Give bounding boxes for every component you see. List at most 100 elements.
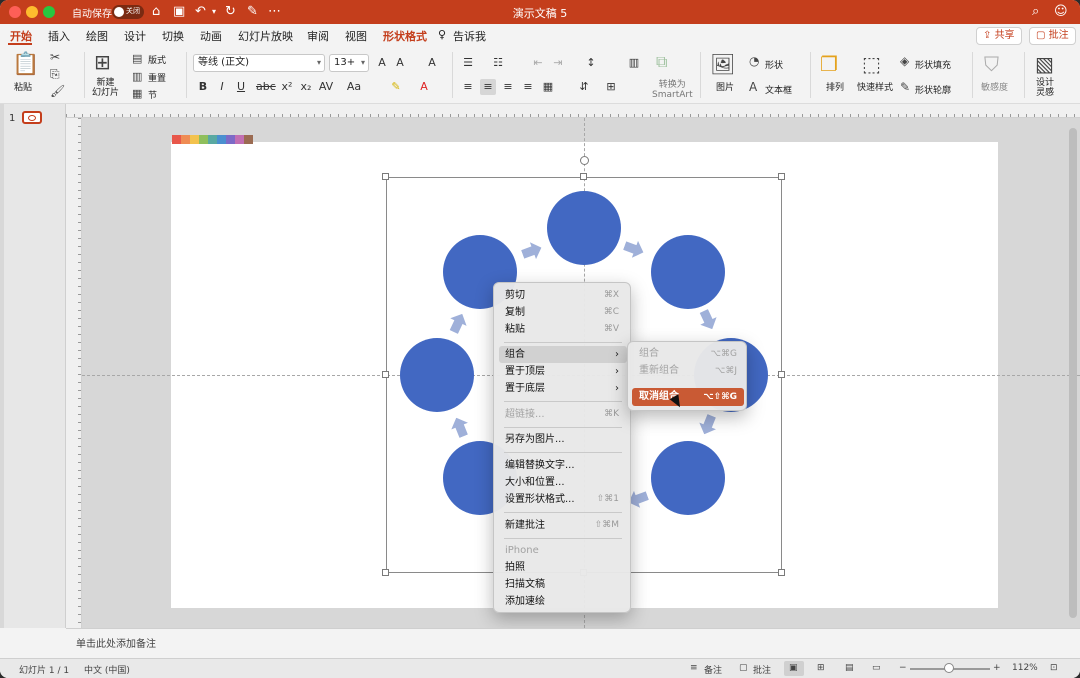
new-slide-icon[interactable]: ⊞ <box>94 50 111 74</box>
bullets-icon[interactable]: ☰ <box>460 55 476 71</box>
comments-toggle[interactable]: 批注 <box>753 663 771 676</box>
resize-handle[interactable] <box>580 173 587 180</box>
textbox-label[interactable]: 文本框 <box>765 83 792 96</box>
notes-icon[interactable]: ≡ <box>690 663 698 673</box>
format-painter-icon[interactable]: 🖌 <box>50 84 65 98</box>
cut-icon[interactable]: ✂ <box>50 50 60 64</box>
align-center-icon[interactable]: ≡ <box>480 79 496 95</box>
character-spacing-icon[interactable]: AV <box>318 79 334 95</box>
lightbulb-icon[interactable]: ♀ <box>438 28 446 41</box>
language-indicator[interactable]: 中文 (中国) <box>84 663 130 676</box>
menu-item-hyperlink[interactable]: 超链接... ⌘K <box>499 406 627 423</box>
submenu-item-group[interactable]: 组合 ⌥⌘G <box>632 345 744 363</box>
convert-smartart-label[interactable]: 转换为 SmartArt <box>652 80 693 100</box>
picture-icon[interactable]: 🖼 <box>710 52 735 76</box>
paint-bucket-icon[interactable]: ◈ <box>900 54 909 68</box>
line-spacing-icon[interactable]: ↕ <box>583 55 599 71</box>
designer-icon[interactable]: ▧ <box>1035 52 1054 76</box>
reset-label[interactable]: 重置 <box>148 71 166 84</box>
columns-icon[interactable]: ▥ <box>626 55 642 71</box>
layout-label[interactable]: 版式 <box>148 53 166 66</box>
font-name-combo[interactable]: 等线 (正文) ▾ <box>193 54 325 72</box>
tab-home[interactable]: 开始 <box>10 28 32 44</box>
italic-icon[interactable]: I <box>214 79 230 95</box>
resize-handle[interactable] <box>382 569 389 576</box>
menu-item-take-photo[interactable]: 拍照 <box>499 559 627 576</box>
picture-label[interactable]: 图片 <box>716 80 734 93</box>
reset-icon[interactable]: ▥ <box>132 70 142 83</box>
numbering-icon[interactable]: ☷ <box>490 55 506 71</box>
underline-icon[interactable]: U <box>233 79 249 95</box>
menu-item-scan-document[interactable]: 扫描文稿 <box>499 576 627 593</box>
tab-tell-me[interactable]: 告诉我 <box>453 28 486 44</box>
align-right-icon[interactable]: ≡ <box>500 79 516 95</box>
zoom-out-icon[interactable]: − <box>899 663 907 673</box>
quick-styles-label[interactable]: 快速样式 <box>857 80 893 93</box>
shape-label[interactable]: 形状 <box>765 58 783 71</box>
menu-item-new-comment[interactable]: 新建批注 ⇧⌘M <box>499 517 627 534</box>
justify-icon[interactable]: ≡ <box>520 79 536 95</box>
vertical-scrollbar[interactable] <box>1069 128 1077 618</box>
change-case-icon[interactable]: Aa <box>346 79 362 95</box>
smartart-icon[interactable]: ⧉ <box>656 52 667 72</box>
designer-label[interactable]: 设计 灵感 <box>1036 78 1054 98</box>
slide-sorter-icon[interactable]: ⊞ <box>817 663 825 673</box>
align-text-icon[interactable]: ⊞ <box>603 79 619 95</box>
search-icon[interactable]: ⌕ <box>1032 3 1039 21</box>
zoom-level[interactable]: 112% <box>1012 663 1038 673</box>
resize-handle[interactable] <box>778 569 785 576</box>
menu-item-edit-alt-text[interactable]: 编辑替换文字... <box>499 457 627 474</box>
sensitivity-icon[interactable]: ⛉ <box>984 52 999 76</box>
copy-icon[interactable]: ⎘ <box>50 67 60 82</box>
text-direction-icon[interactable]: ⇵ <box>576 79 592 95</box>
font-size-combo[interactable]: 13+ ▾ <box>329 54 369 72</box>
strikethrough-icon[interactable]: abc <box>256 79 276 95</box>
tab-draw[interactable]: 绘图 <box>86 28 108 44</box>
resize-handle[interactable] <box>778 173 785 180</box>
tab-transitions[interactable]: 切换 <box>162 28 184 44</box>
notes-placeholder[interactable]: 单击此处添加备注 <box>76 635 156 650</box>
reading-view-icon[interactable]: ▤ <box>845 663 854 673</box>
tab-slideshow[interactable]: 幻灯片放映 <box>238 28 293 44</box>
fit-to-window-icon[interactable]: ⊡ <box>1050 663 1058 673</box>
tab-insert[interactable]: 插入 <box>48 28 70 44</box>
share-button[interactable]: ⇪ 共享 <box>976 27 1022 45</box>
normal-view-icon[interactable]: ▣ <box>789 663 798 673</box>
quick-styles-icon[interactable]: ⬚ <box>862 52 881 76</box>
section-icon[interactable]: ▦ <box>132 87 142 100</box>
increase-font-icon[interactable]: A <box>374 55 390 71</box>
menu-item-save-as-picture[interactable]: 另存为图片... <box>499 431 627 448</box>
horizontal-ruler[interactable] <box>66 104 1080 118</box>
menu-item-bring-to-front[interactable]: 置于顶层 › <box>499 363 627 380</box>
menu-item-format-shape[interactable]: 设置形状格式... ⇧⌘1 <box>499 491 627 508</box>
zoom-slider-knob[interactable] <box>944 663 954 673</box>
distributed-icon[interactable]: ▦ <box>540 79 556 95</box>
resize-handle[interactable] <box>778 371 785 378</box>
sensitivity-label[interactable]: 敏感度 <box>981 80 1008 93</box>
tab-animations[interactable]: 动画 <box>200 28 222 44</box>
align-left-icon[interactable]: ≡ <box>460 79 476 95</box>
shape-icon[interactable]: ◔ <box>749 54 759 68</box>
resize-handle[interactable] <box>382 173 389 180</box>
menu-item-size-position[interactable]: 大小和位置... <box>499 474 627 491</box>
highlight-icon[interactable]: ✎ <box>388 79 404 95</box>
shape-outline-label[interactable]: 形状轮廓 <box>915 83 951 96</box>
menu-item-send-to-back[interactable]: 置于底层 › <box>499 380 627 397</box>
arrange-icon[interactable]: ❐ <box>820 52 838 76</box>
menu-item-paste[interactable]: 粘贴 ⌘V <box>499 321 627 338</box>
layout-icon[interactable]: ▤ <box>132 52 142 65</box>
subscript-icon[interactable]: x₂ <box>298 79 314 95</box>
menu-item-group[interactable]: 组合 › <box>499 346 627 363</box>
decrease-font-icon[interactable]: A <box>392 55 408 71</box>
bold-icon[interactable]: B <box>195 79 211 95</box>
rotate-handle[interactable] <box>580 156 589 165</box>
menu-item-copy[interactable]: 复制 ⌘C <box>499 304 627 321</box>
decrease-indent-icon[interactable]: ⇤ <box>530 55 546 71</box>
menu-item-add-sketch[interactable]: 添加速绘 <box>499 593 627 610</box>
paste-icon[interactable]: 📋 <box>12 52 39 77</box>
tab-review[interactable]: 审阅 <box>307 28 329 44</box>
notes-pane[interactable]: 单击此处添加备注 <box>66 628 1080 658</box>
comments-icon[interactable]: ▢ <box>739 663 748 673</box>
slideshow-icon[interactable]: ▭ <box>872 663 881 673</box>
superscript-icon[interactable]: x² <box>279 79 295 95</box>
